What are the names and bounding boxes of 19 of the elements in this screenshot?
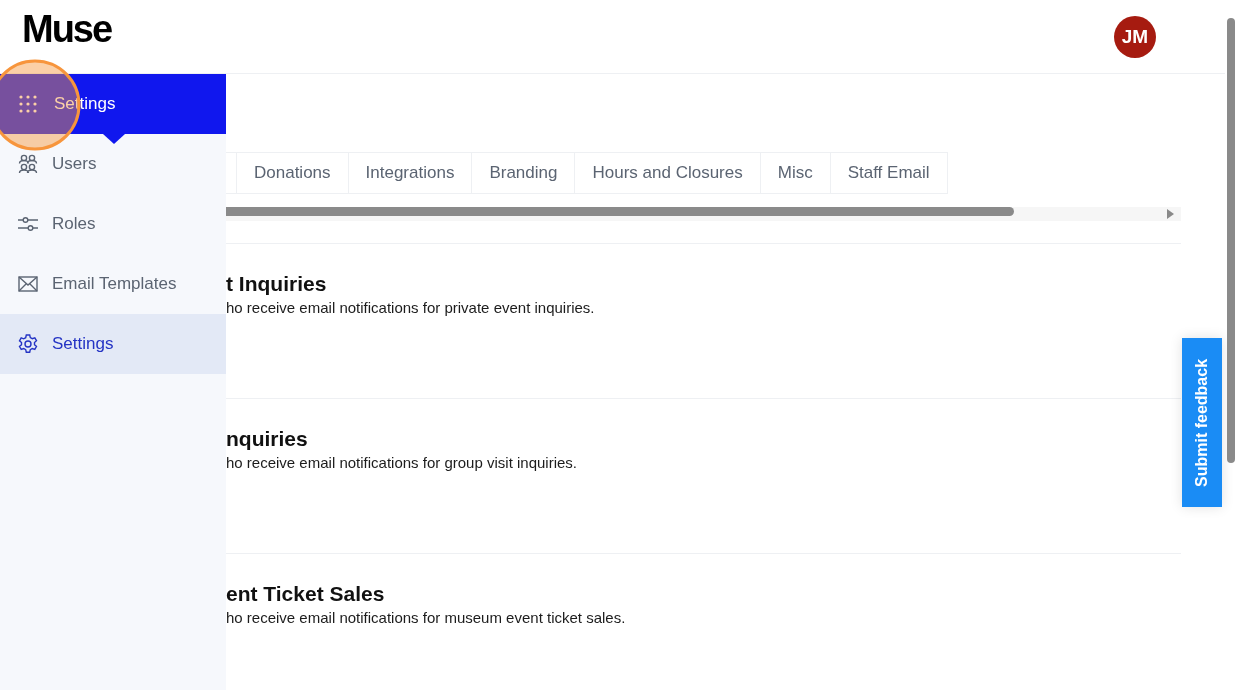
grid-icon[interactable] — [18, 94, 38, 114]
sidebar-item[interactable]: Email Templates — [0, 254, 226, 314]
settings-icon — [17, 333, 39, 355]
section-title: ent Ticket Sales — [226, 582, 386, 606]
section-description: ho receive email notifications for group visit inquiries. — [226, 454, 578, 471]
section-title: t Inquiries — [226, 272, 328, 296]
users-icon — [17, 153, 39, 175]
section-description: ho receive email notifications for private event inquiries. — [226, 299, 596, 316]
sidebar-item[interactable]: Roles — [0, 194, 226, 254]
submit-feedback-button[interactable]: Submit feedback — [1182, 338, 1222, 507]
sidebar-item[interactable]: Users — [0, 134, 226, 194]
section-title: nquiries — [226, 427, 309, 451]
envelope-icon — [17, 273, 39, 295]
sidebar-item[interactable]: Settings — [0, 314, 226, 374]
muse-logo[interactable]: Muse — [22, 10, 112, 48]
horizontal-scrollbar[interactable] — [226, 207, 1181, 221]
scroll-right-arrow-icon[interactable] — [1165, 209, 1175, 219]
section-description: ho receive email notifications for museum event ticket sales. — [226, 609, 627, 626]
user-avatar[interactable]: JM — [1114, 16, 1156, 58]
